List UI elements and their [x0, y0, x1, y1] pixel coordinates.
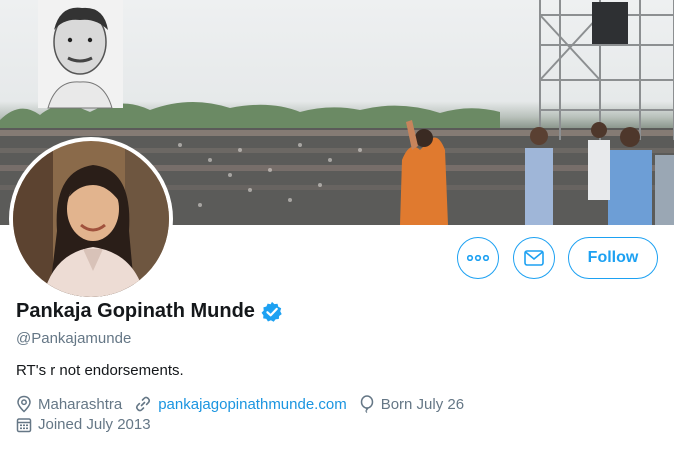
birthday-text: Born July 26: [380, 395, 465, 413]
follow-button[interactable]: Follow: [568, 237, 658, 279]
profile-handle: @Pankajamunde: [16, 330, 132, 347]
profile-name-row: Pankaja Gopinath Munde: [16, 300, 283, 323]
profile-avatar[interactable]: [9, 137, 173, 301]
birthday-item: Born July 26: [359, 395, 464, 413]
avatar-photo: [13, 141, 169, 297]
profile-bio: RT's r not endorsements.: [16, 362, 184, 379]
website-link[interactable]: pankajagopinathmunde.com: [158, 396, 346, 413]
balloon-icon: [360, 395, 373, 413]
location-text: Maharashtra: [38, 395, 123, 413]
envelope-icon: [524, 250, 544, 266]
joined-item: Joined July 2013: [16, 416, 151, 433]
website-item[interactable]: pankajagopinathmunde.com: [134, 395, 347, 413]
profile-joined-row: Joined July 2013: [16, 416, 163, 433]
location-pin-icon: [17, 395, 31, 413]
profile-name: Pankaja Gopinath Munde: [16, 300, 255, 322]
more-options-button[interactable]: [457, 237, 499, 279]
message-button[interactable]: [513, 237, 555, 279]
link-icon: [136, 396, 151, 412]
calendar-icon: [16, 417, 32, 432]
verified-badge-icon: [261, 301, 282, 322]
joined-text: Joined July 2013: [38, 416, 151, 433]
more-dots-icon: [467, 255, 489, 261]
profile-meta-row: Maharashtra pankajagopinathmunde.com Bor…: [16, 395, 476, 413]
location-item: Maharashtra: [16, 395, 122, 413]
